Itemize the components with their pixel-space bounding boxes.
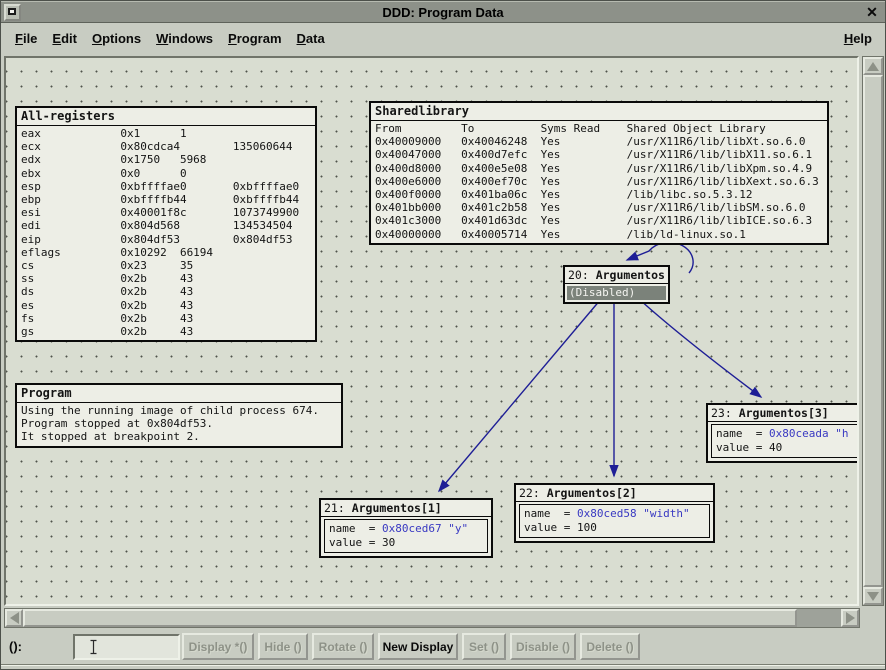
sharedlibrary-row: 0x40000000 0x40005714 Yes /lib/ld-linux.… bbox=[375, 228, 823, 241]
menu-data[interactable]: Data bbox=[297, 31, 325, 46]
window-title: DDD: Program Data bbox=[1, 5, 885, 20]
scroll-up-icon[interactable] bbox=[863, 57, 883, 75]
set-button[interactable]: Set () bbox=[462, 633, 506, 660]
member-row: value = 40 bbox=[716, 441, 859, 455]
display-deref-button[interactable]: Display *() bbox=[182, 633, 254, 660]
hide-button[interactable]: Hide () bbox=[258, 633, 308, 660]
close-icon[interactable]: ✕ bbox=[864, 4, 880, 21]
register-row: eip 0x804df53 0x804df53 bbox=[21, 233, 311, 246]
new-display-button[interactable]: New Display bbox=[378, 633, 458, 660]
sharedlibrary-header: From To Syms Read Shared Object Library bbox=[375, 122, 823, 135]
menu-file[interactable]: File bbox=[15, 31, 37, 46]
display-node-22-values: name = 0x80ced58 "width" value = 100 bbox=[519, 504, 710, 538]
member-row: value = 100 bbox=[524, 521, 705, 535]
window-bottom-edge bbox=[1, 664, 885, 670]
argument-label: (): bbox=[9, 639, 22, 654]
sharedlibrary-row: 0x400e6000 0x400ef70c Yes /usr/X11R6/lib… bbox=[375, 175, 823, 188]
title-bar[interactable]: DDD: Program Data ✕ bbox=[1, 1, 885, 23]
register-row: es 0x2b 43 bbox=[21, 299, 311, 312]
program-line: Program stopped at 0x804df53. bbox=[21, 417, 337, 430]
edge-20-21 bbox=[439, 299, 601, 491]
program-line: Using the running image of child process… bbox=[21, 404, 337, 417]
register-row: gs 0x2b 43 bbox=[21, 325, 311, 338]
argument-toolbar: (): Display *() Hide () Rotate () New Di… bbox=[1, 630, 885, 664]
member-row: name = 0x80ced67 "y" bbox=[329, 522, 483, 536]
display-node-23-values: name = 0x80ceada "h value = 40 bbox=[711, 424, 859, 458]
register-row: ebp 0xbffffb44 0xbffffb44 bbox=[21, 193, 311, 206]
display-node-21[interactable]: 21: Argumentos[1] name = 0x80ced67 "y" v… bbox=[319, 498, 493, 558]
register-row: ecx 0x80cdca4 135060644 bbox=[21, 140, 311, 153]
display-node-22[interactable]: 22: Argumentos[2] name = 0x80ced58 "widt… bbox=[514, 483, 715, 543]
data-display-canvas[interactable]: All-registers eax 0x1 1 ecx 0x80cdca4 13… bbox=[4, 56, 859, 606]
sharedlibrary-row: 0x40009000 0x40046248 Yes /usr/X11R6/lib… bbox=[375, 135, 823, 148]
register-row: cs 0x23 35 bbox=[21, 259, 311, 272]
display-node-23[interactable]: 23: Argumentos[3] name = 0x80ceada "h va… bbox=[706, 403, 859, 463]
menu-edit[interactable]: Edit bbox=[52, 31, 77, 46]
display-node-21-title: 21: Argumentos[1] bbox=[321, 500, 491, 517]
scroll-left-icon[interactable] bbox=[5, 609, 23, 627]
delete-button[interactable]: Delete () bbox=[580, 633, 640, 660]
program-box[interactable]: Program Using the running image of child… bbox=[15, 383, 343, 448]
register-row: ss 0x2b 43 bbox=[21, 272, 311, 285]
all-registers-title: All-registers bbox=[17, 108, 315, 126]
sharedlibrary-title: Sharedlibrary bbox=[371, 103, 827, 121]
scroll-down-icon[interactable] bbox=[863, 587, 883, 605]
ddd-program-data-window: DDD: Program Data ✕ File Edit Options Wi… bbox=[0, 0, 886, 670]
display-node-20-status: (Disabled) bbox=[567, 286, 666, 300]
member-row: name = 0x80ced58 "width" bbox=[524, 507, 705, 521]
register-row: edx 0x1750 5968 bbox=[21, 153, 311, 166]
display-node-20[interactable]: 20: Argumentos (Disabled) bbox=[563, 265, 670, 304]
argument-field[interactable] bbox=[73, 634, 180, 660]
menu-help[interactable]: Help bbox=[844, 31, 872, 46]
menu-windows[interactable]: Windows bbox=[156, 31, 213, 46]
scroll-right-icon[interactable] bbox=[841, 609, 859, 627]
menu-program[interactable]: Program bbox=[228, 31, 281, 46]
member-row: name = 0x80ceada "h bbox=[716, 427, 859, 441]
register-row: ds 0x2b 43 bbox=[21, 285, 311, 298]
vertical-scrollbar-thumb[interactable] bbox=[863, 75, 883, 587]
menu-bar: File Edit Options Windows Program Data H… bbox=[1, 23, 885, 53]
program-line: It stopped at breakpoint 2. bbox=[21, 430, 337, 443]
register-row: eflags 0x10292 66194 bbox=[21, 246, 311, 259]
display-node-20-title: 20: Argumentos bbox=[565, 267, 668, 284]
register-row: edi 0x804d568 134534504 bbox=[21, 219, 311, 232]
display-node-21-values: name = 0x80ced67 "y" value = 30 bbox=[324, 519, 488, 553]
register-row: esi 0x40001f8c 1073749900 bbox=[21, 206, 311, 219]
sharedlibrary-row: 0x400d8000 0x400e5e08 Yes /usr/X11R6/lib… bbox=[375, 162, 823, 175]
sharedlibrary-row: 0x401c3000 0x401d63dc Yes /usr/X11R6/lib… bbox=[375, 214, 823, 227]
register-row: eax 0x1 1 bbox=[21, 127, 311, 140]
sharedlibrary-row: 0x401bb000 0x401c2b58 Yes /usr/X11R6/lib… bbox=[375, 201, 823, 214]
text-cursor-icon bbox=[89, 639, 98, 656]
vertical-scrollbar[interactable] bbox=[862, 56, 884, 606]
horizontal-scrollbar-thumb[interactable] bbox=[23, 609, 797, 627]
register-row: esp 0xbffffae0 0xbffffae0 bbox=[21, 180, 311, 193]
display-node-22-title: 22: Argumentos[2] bbox=[516, 485, 713, 502]
register-row: ebx 0x0 0 bbox=[21, 167, 311, 180]
all-registers-box[interactable]: All-registers eax 0x1 1 ecx 0x80cdca4 13… bbox=[15, 106, 317, 342]
pointer-value: 0x80ced58 "width" bbox=[577, 507, 690, 520]
pointer-value: 0x80ceada "h bbox=[769, 427, 848, 440]
sharedlibrary-box[interactable]: Sharedlibrary From To Syms Read Shared O… bbox=[369, 101, 829, 245]
edge-20-23 bbox=[639, 299, 761, 397]
menu-options[interactable]: Options bbox=[92, 31, 141, 46]
member-row: value = 30 bbox=[329, 536, 483, 550]
register-row: fs 0x2b 43 bbox=[21, 312, 311, 325]
sharedlibrary-row: 0x40047000 0x400d7efc Yes /usr/X11R6/lib… bbox=[375, 148, 823, 161]
rotate-button[interactable]: Rotate () bbox=[312, 633, 374, 660]
horizontal-scrollbar[interactable] bbox=[4, 608, 860, 628]
program-title: Program bbox=[17, 385, 341, 403]
sharedlibrary-row: 0x400f0000 0x401ba06c Yes /lib/libc.so.5… bbox=[375, 188, 823, 201]
disable-button[interactable]: Disable () bbox=[510, 633, 576, 660]
display-node-23-title: 23: Argumentos[3] bbox=[708, 405, 859, 422]
pointer-value: 0x80ced67 "y" bbox=[382, 522, 468, 535]
